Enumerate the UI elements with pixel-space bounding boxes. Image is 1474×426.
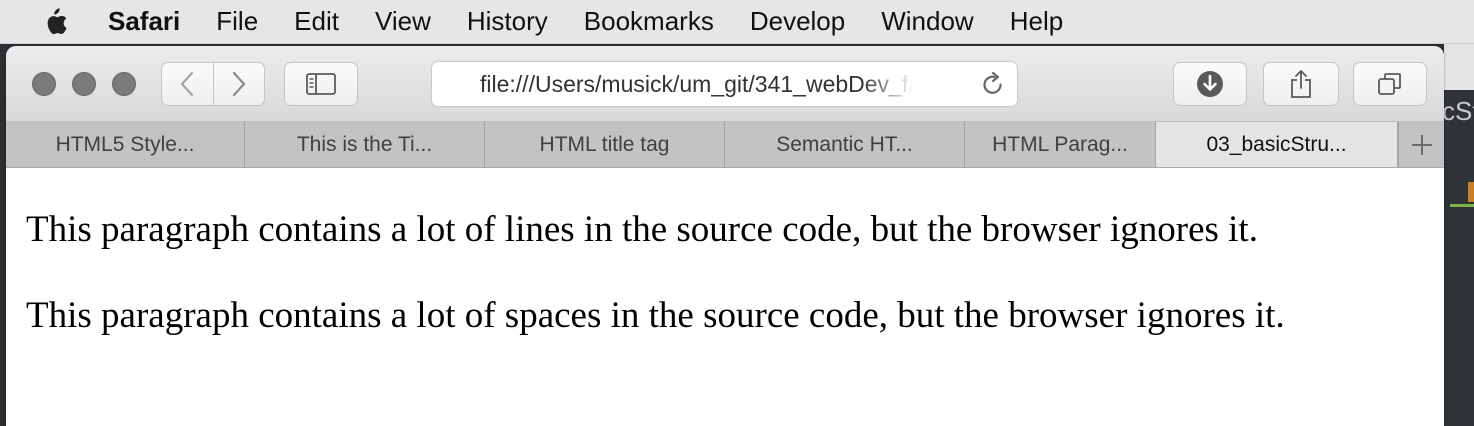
menu-edit[interactable]: Edit	[276, 6, 357, 37]
back-icon	[181, 71, 194, 97]
tab-bar: HTML5 Style... This is the Ti... HTML ti…	[6, 122, 1444, 168]
menu-history[interactable]: History	[449, 6, 566, 37]
forward-icon	[232, 71, 245, 97]
plus-icon	[1411, 134, 1432, 155]
zoom-window-button[interactable]	[112, 72, 136, 96]
address-bar[interactable]: file:///Users/musick/um_git/341_webDev_f…	[431, 61, 1018, 107]
share-icon	[1291, 70, 1311, 98]
page-content: This paragraph contains a lot of lines i…	[6, 168, 1444, 426]
minimize-window-button[interactable]	[72, 72, 96, 96]
menu-safari[interactable]: Safari	[108, 6, 198, 37]
paragraph-lines: This paragraph contains a lot of lines i…	[26, 209, 1258, 250]
close-window-button[interactable]	[32, 72, 56, 96]
downloads-button[interactable]	[1173, 62, 1247, 106]
menu-window[interactable]: Window	[863, 6, 991, 37]
navigation-buttons	[161, 62, 265, 106]
menu-develop[interactable]: Develop	[732, 6, 863, 37]
back-button[interactable]	[162, 63, 213, 105]
sidebar-icon	[306, 73, 336, 95]
sidebar-button[interactable]	[284, 62, 358, 106]
tabs-overview-icon	[1378, 73, 1401, 95]
tab-html5-style[interactable]: HTML5 Style...	[6, 122, 245, 167]
show-all-tabs-button[interactable]	[1353, 62, 1427, 106]
apple-menu-icon[interactable]	[0, 6, 108, 38]
tab-semantic-html[interactable]: Semantic HT...	[725, 122, 965, 167]
tab-this-is-the-title[interactable]: This is the Ti...	[245, 122, 485, 167]
share-button[interactable]	[1263, 62, 1339, 106]
tab-html-paragraphs[interactable]: HTML Parag...	[965, 122, 1156, 167]
toolbar: file:///Users/musick/um_git/341_webDev_f…	[6, 46, 1444, 122]
menu-file[interactable]: File	[198, 6, 276, 37]
menu-view[interactable]: View	[357, 6, 449, 37]
reload-icon	[983, 71, 1002, 94]
background-window: cSt	[1442, 44, 1474, 426]
new-tab-button[interactable]	[1398, 122, 1444, 167]
safari-window: file:///Users/musick/um_git/341_webDev_f…	[6, 46, 1444, 426]
tab-html-title-tag[interactable]: HTML title tag	[485, 122, 725, 167]
download-icon	[1197, 71, 1223, 97]
menu-help[interactable]: Help	[992, 6, 1081, 37]
forward-button[interactable]	[212, 63, 265, 105]
tab-basic-structure[interactable]: 03_basicStru...	[1156, 122, 1398, 167]
paragraph-spaces: This paragraph contains a lot of spaces …	[26, 295, 1285, 336]
menu-bookmarks[interactable]: Bookmarks	[566, 6, 732, 37]
menu-bar: Safari File Edit View History Bookmarks …	[0, 0, 1474, 44]
reload-button[interactable]	[981, 71, 1005, 103]
url-text[interactable]: file:///Users/musick/um_git/341_webDev_f…	[480, 71, 914, 98]
background-window-text: cSt	[1442, 96, 1474, 126]
